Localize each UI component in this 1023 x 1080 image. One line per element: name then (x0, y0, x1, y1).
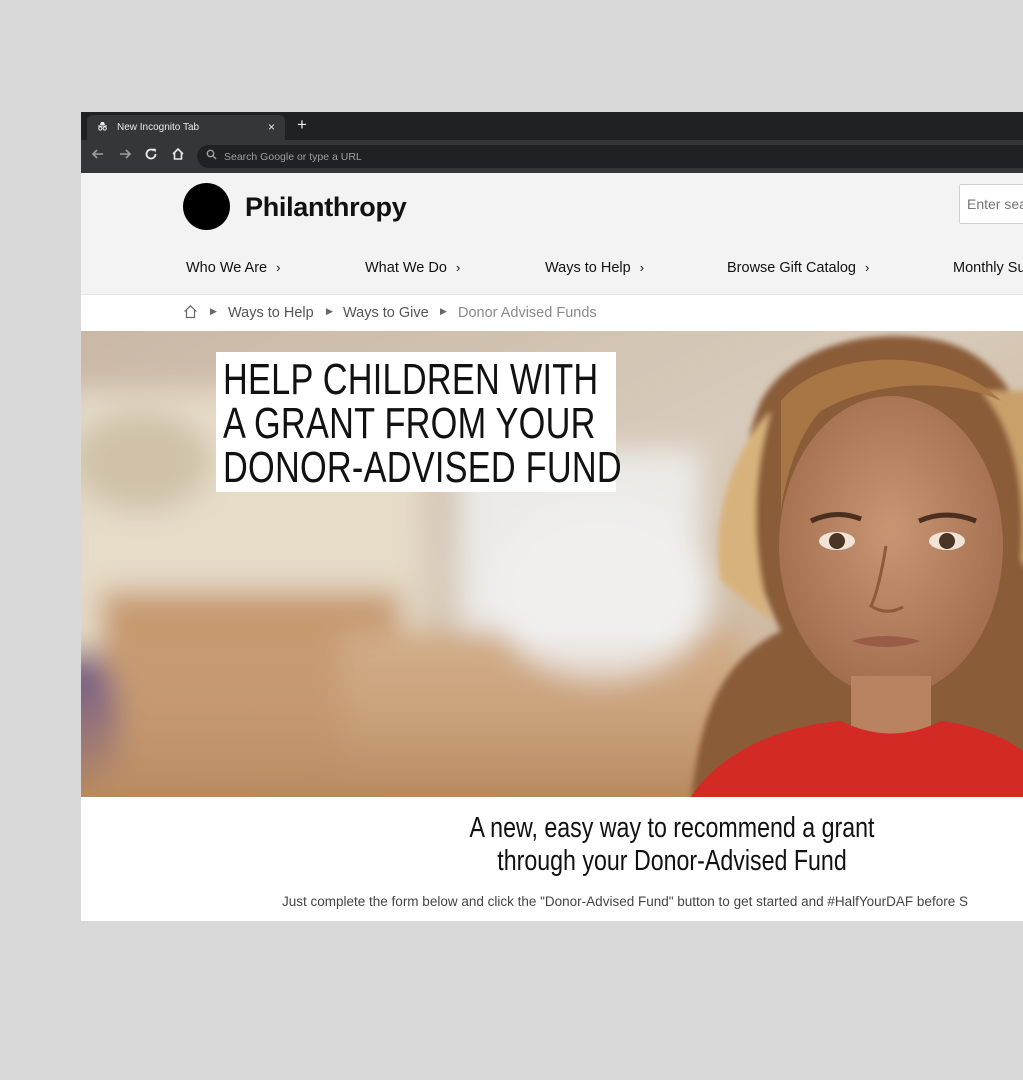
nav-item-browse-gift-catalog[interactable]: Browse Gift Catalog › (727, 260, 869, 276)
home-icon[interactable] (171, 147, 185, 165)
section-heading: A new, easy way to recommend a grant thr… (81, 812, 1023, 878)
section-heading-line: through your Donor-Advised Fund (497, 845, 847, 877)
breadcrumb-arrow-icon: ▶ (210, 306, 217, 316)
hero-headline-line: HELP CHILDREN WITH (223, 355, 599, 404)
chevron-right-icon: › (276, 260, 281, 275)
browser-tab[interactable]: New Incognito Tab × (87, 115, 285, 140)
nav-item-label: Monthly Su (953, 260, 1023, 276)
browser-window: New Incognito Tab × + Search Google or t… (81, 112, 1023, 921)
search-icon (206, 149, 217, 163)
tab-close-icon[interactable]: × (268, 120, 275, 134)
hero-headline-box: HELP CHILDREN WITH A GRANT FROM YOUR DON… (216, 352, 622, 492)
breadcrumb: ▶ Ways to Help ▶ Ways to Give ▶ Donor Ad… (81, 294, 1023, 332)
breadcrumb-item[interactable]: Ways to Help (228, 305, 314, 321)
breadcrumb-arrow-icon: ▶ (440, 306, 447, 316)
breadcrumb-arrow-icon: ▶ (326, 306, 333, 316)
forward-icon[interactable] (118, 147, 132, 165)
chevron-right-icon: › (864, 260, 870, 275)
site-header: Philanthropy Who We Are › What We Do › Way… (81, 173, 1023, 294)
nav-item-label: Browse Gift Catalog (727, 260, 856, 276)
site-search-input[interactable] (959, 184, 1023, 224)
address-bar[interactable]: Search Google or type a URL (197, 145, 1023, 168)
nav-item-monthly[interactable]: Monthly Su (953, 260, 1023, 276)
intro-text: Just complete the form below and click t… (282, 894, 968, 909)
tab-strip: New Incognito Tab × + (81, 112, 1023, 140)
section-heading-line: A new, easy way to recommend a grant (469, 812, 875, 844)
back-icon[interactable] (91, 147, 105, 165)
nav-item-who-we-are[interactable]: Who We Are › (186, 260, 280, 276)
home-icon[interactable] (183, 304, 198, 323)
nav-item-label: Ways to Help (545, 260, 631, 276)
hero-headline-line: DONOR-ADVISED FUND (223, 443, 622, 492)
nav-item-label: What We Do (365, 260, 447, 276)
chevron-right-icon: › (639, 260, 645, 275)
new-tab-button[interactable]: + (297, 115, 307, 135)
hero-headline-line: A GRANT FROM YOUR (223, 399, 596, 448)
breadcrumb-current: Donor Advised Funds (458, 305, 597, 321)
site-logo-text[interactable]: Philanthropy (245, 192, 407, 223)
nav-item-label: Who We Are (186, 260, 268, 276)
logo-mark[interactable] (183, 183, 230, 230)
browser-toolbar: Search Google or type a URL (81, 140, 1023, 173)
address-bar-placeholder: Search Google or type a URL (224, 151, 362, 163)
reload-icon[interactable] (144, 147, 158, 165)
hero-banner: HELP CHILDREN WITH A GRANT FROM YOUR DON… (81, 331, 1023, 797)
breadcrumb-item[interactable]: Ways to Give (343, 305, 429, 321)
nav-item-what-we-do[interactable]: What We Do › (365, 260, 460, 276)
chevron-right-icon: › (455, 260, 461, 275)
tab-title: New Incognito Tab (117, 122, 200, 133)
nav-item-ways-to-help[interactable]: Ways to Help › (545, 260, 644, 276)
incognito-icon (97, 121, 108, 134)
